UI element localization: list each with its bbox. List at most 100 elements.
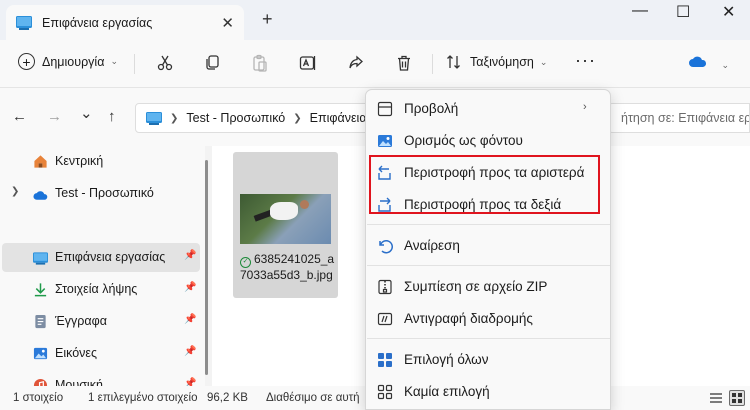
rename-icon[interactable] [298, 53, 318, 73]
menu-item-compress-zip[interactable]: Συμπίεση σε αρχείο ZIP [366, 272, 610, 300]
selected-count: 1 επιλεγμένο στοιχείο [88, 392, 198, 404]
select-all-icon [376, 351, 393, 368]
delete-icon[interactable] [394, 53, 414, 73]
close-tab-icon[interactable]: ✕ [221, 14, 234, 32]
submenu-arrow-icon: › [583, 101, 587, 113]
pin-icon[interactable]: 📌 [184, 314, 196, 325]
pin-icon[interactable]: 📌 [184, 250, 196, 261]
sort-icon [447, 55, 460, 69]
desktop-icon [33, 252, 48, 265]
menu-item-label: Ορισμός ως φόντου [404, 133, 523, 148]
chevron-right-icon[interactable]: ❯ [11, 186, 19, 197]
menu-item-undo[interactable]: Αναίρεση [366, 231, 610, 259]
download-icon [34, 283, 47, 297]
music-icon [33, 378, 48, 386]
sidebar-item-label: Έγγραφα [55, 314, 107, 328]
pin-icon[interactable]: 📌 [184, 282, 196, 293]
sidebar-item-onedrive[interactable]: ❯ Test - Προσωπικό [0, 179, 198, 208]
select-none-icon [376, 383, 393, 400]
menu-item-label: Καμία επιλογή [404, 384, 490, 399]
file-name-text: 6385241025_a7033a55d3_b.jpg [240, 252, 335, 282]
chevron-down-icon: ⌄ [110, 56, 118, 66]
breadcrumb-separator-icon: ❯ [170, 112, 179, 124]
sidebar-item-label: Εικόνες [55, 346, 98, 360]
sidebar-item-documents[interactable]: Έγγραφα 📌 [0, 307, 198, 336]
search-input[interactable]: ήτηση σε: Επιφάνεια ερ... [608, 103, 750, 133]
tiles-view-icon[interactable] [729, 390, 745, 406]
sidebar-item-label: Μουσική [55, 378, 103, 386]
onedrive-icon [33, 191, 48, 200]
sidebar-item-label: Test - Προσωπικό [55, 186, 154, 200]
pin-icon[interactable]: 📌 [184, 378, 196, 386]
details-view-icon[interactable] [708, 390, 724, 406]
copy-icon[interactable] [202, 53, 222, 73]
menu-item-copy-path[interactable]: Αντιγραφή διαδρομής [366, 304, 610, 332]
paste-icon[interactable] [250, 53, 270, 73]
recent-locations-icon[interactable]: ⌄ [80, 104, 93, 122]
plus-circle-icon: + [18, 53, 35, 70]
menu-divider [367, 224, 610, 225]
selected-size: 96,2 KB [207, 392, 248, 404]
sidebar-item-pictures[interactable]: Εικόνες 📌 [0, 339, 198, 368]
menu-item-label: Προβολή [404, 101, 459, 116]
menu-item-select-all[interactable]: Επιλογή όλων [366, 345, 610, 373]
navigation-pane: Κεντρική ❯ Test - Προσωπικό Επιφάνεια ερ… [0, 146, 205, 386]
onedrive-button[interactable]: ⌄ [688, 56, 729, 71]
sidebar-scrollbar[interactable] [205, 150, 209, 385]
menu-item-label: Συμπίεση σε αρχείο ZIP [404, 279, 548, 294]
menu-item-label: Αντιγραφή διαδρομής [404, 311, 533, 326]
rotate-options-highlight-box [369, 155, 600, 214]
sidebar-item-home[interactable]: Κεντρική [0, 147, 198, 176]
search-placeholder: ήτηση σε: Επιφάνεια ερ... [621, 111, 750, 125]
sort-button[interactable]: Ταξινόμηση ⌄ [446, 54, 547, 70]
menu-item-set-wallpaper[interactable]: Ορισμός ως φόντου [366, 126, 610, 154]
desktop-icon [146, 111, 162, 125]
tab-title: Επιφάνεια εργασίας [42, 15, 153, 30]
share-icon[interactable] [346, 53, 366, 73]
scrollbar-thumb[interactable] [205, 160, 208, 375]
sidebar-item-label: Στοιχεία λήψης [55, 282, 138, 296]
new-tab-icon[interactable]: + [262, 9, 273, 30]
sidebar-item-label: Επιφάνεια εργασίας [55, 250, 166, 264]
command-bar: + Δημιουργία ⌄ Ταξινόμηση ⌄ ··· ⌄ [0, 40, 750, 88]
menu-divider [367, 338, 610, 339]
pictures-icon [33, 347, 48, 360]
wallpaper-icon [376, 132, 393, 149]
breadcrumb-separator-icon: ❯ [293, 112, 302, 124]
context-menu: Προβολή › Ορισμός ως φόντου Περιστροφή π… [365, 89, 611, 410]
home-icon [34, 155, 47, 168]
sidebar-item-downloads[interactable]: Στοιχεία λήψης 📌 [0, 275, 198, 304]
pin-icon[interactable]: 📌 [184, 346, 196, 357]
item-count: 1 στοιχείο [13, 392, 64, 404]
minimize-icon[interactable]: — [632, 2, 648, 20]
sort-button-label: Ταξινόμηση [470, 55, 534, 69]
cut-icon[interactable] [155, 53, 175, 73]
copy-path-icon [376, 310, 393, 327]
new-button-label: Δημιουργία [42, 54, 105, 69]
menu-item-view[interactable]: Προβολή › [366, 94, 610, 122]
file-tile[interactable]: ✓ 6385241025_a7033a55d3_b.jpg [233, 152, 338, 298]
tab-desktop[interactable]: Επιφάνεια εργασίας ✕ [6, 5, 244, 40]
new-button[interactable]: + Δημιουργία ⌄ [18, 53, 118, 70]
menu-divider [367, 265, 610, 266]
more-options-button[interactable]: ··· [575, 50, 596, 71]
menu-item-select-none[interactable]: Καμία επιλογή [366, 377, 610, 405]
desktop-icon [16, 15, 32, 30]
chevron-down-icon: ⌄ [539, 56, 548, 67]
maximize-icon[interactable]: ☐ [676, 2, 690, 22]
availability-status: Διαθέσιμο σε αυτή [266, 392, 360, 404]
sidebar-item-music[interactable]: Μουσική 📌 [0, 371, 198, 386]
sidebar-item-label: Κεντρική [55, 154, 104, 168]
divider [134, 54, 135, 74]
chevron-down-icon: ⌄ [721, 60, 730, 70]
image-thumbnail [240, 194, 331, 244]
documents-icon [35, 314, 46, 329]
breadcrumb-item[interactable]: Test - Προσωπικό [186, 111, 285, 125]
up-icon[interactable]: ↑ [108, 108, 116, 125]
view-icon [376, 100, 393, 117]
sidebar-item-desktop[interactable]: Επιφάνεια εργασίας 📌 [2, 243, 200, 272]
back-icon[interactable]: ← [12, 108, 27, 125]
close-window-icon[interactable]: ✕ [722, 2, 735, 22]
forward-icon[interactable]: → [47, 108, 62, 125]
title-bar: Επιφάνεια εργασίας ✕ + — ☐ ✕ [0, 0, 750, 40]
